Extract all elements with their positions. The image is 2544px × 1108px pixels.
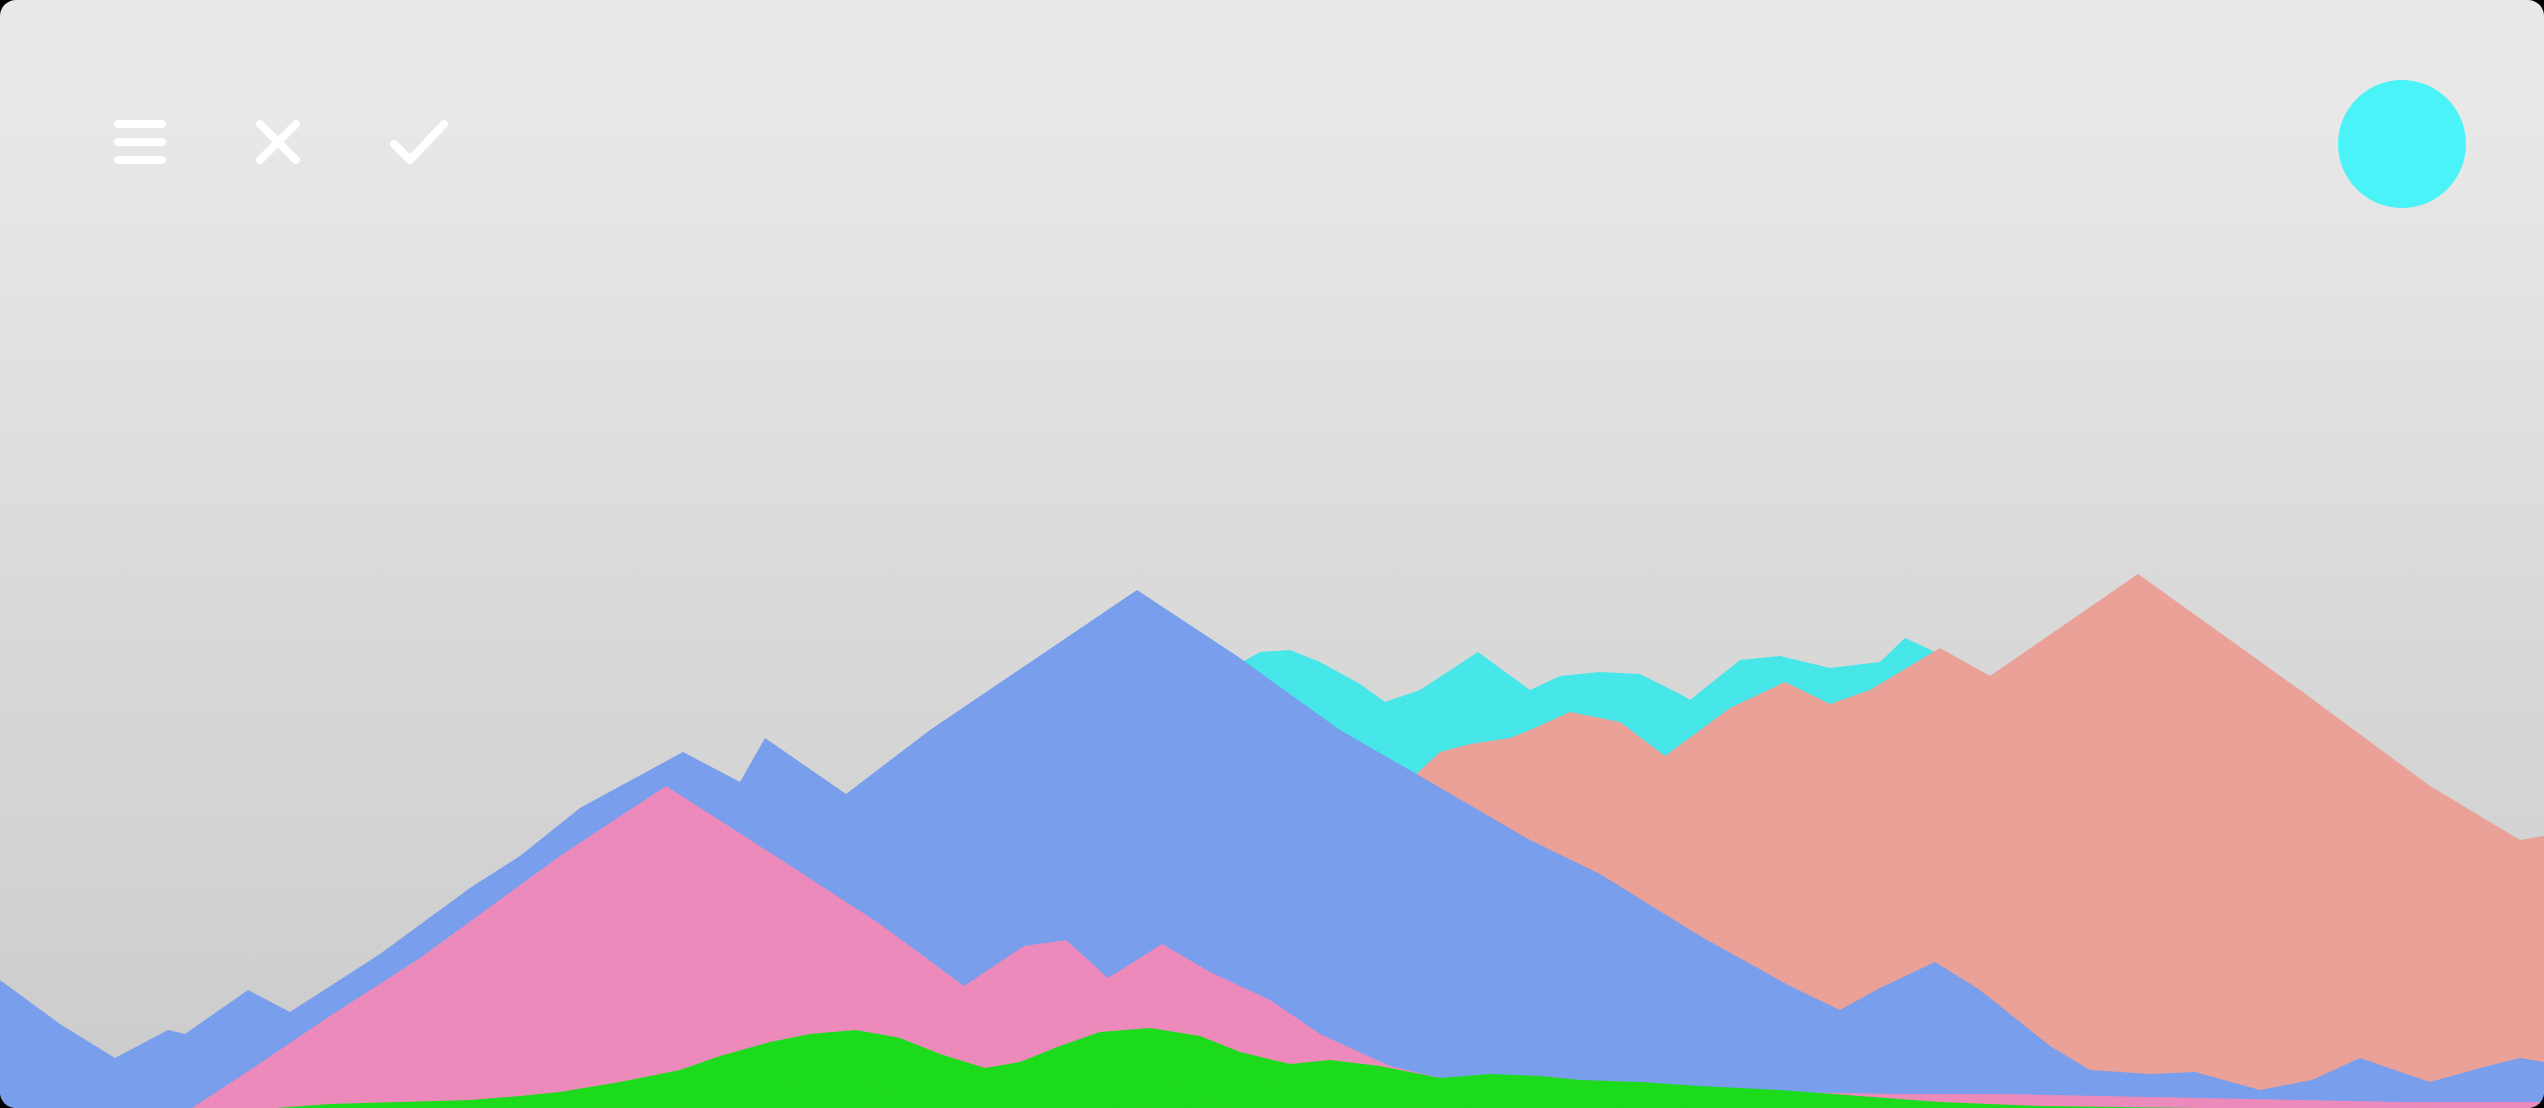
confirm-button[interactable]	[380, 104, 456, 180]
check-icon	[390, 120, 448, 164]
menu-button[interactable]	[102, 104, 178, 180]
app-canvas	[0, 0, 2544, 1108]
action-circle-button[interactable]	[2338, 80, 2466, 208]
close-icon	[256, 120, 300, 164]
menu-icon	[114, 120, 166, 164]
close-button[interactable]	[240, 104, 316, 180]
